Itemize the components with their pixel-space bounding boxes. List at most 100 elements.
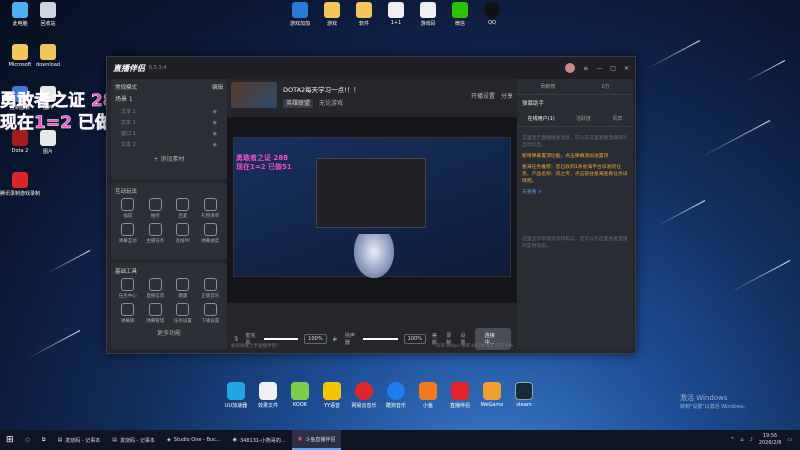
star-streak	[646, 40, 701, 70]
start-button[interactable]: ⊞	[0, 430, 20, 450]
live-settings-link[interactable]: 开播设置	[471, 91, 495, 100]
tool-task-center[interactable]: 任务中心	[115, 278, 141, 299]
star-streak	[699, 120, 771, 159]
chevron-up-icon[interactable]: ^	[730, 437, 734, 443]
netease-music-icon	[355, 382, 373, 400]
tool-danmu[interactable]: 弹幕互动	[115, 223, 141, 244]
tool-lottery[interactable]: 抽奖	[143, 198, 169, 219]
taskbar-item-notepad1[interactable]: ▤ 发烧码 - 记事本	[52, 430, 107, 450]
message-item: 这里显示新增消息和私信，您可以在这里查看直播间实时动态。	[522, 237, 628, 249]
taskbar-item-browser[interactable]: ◉ 348131-小熊哥的...	[227, 430, 292, 450]
tool-lucky-bag[interactable]: 福袋	[115, 198, 141, 219]
source-item[interactable]: 窗口 1 ◉	[115, 128, 223, 139]
help-link[interactable]: 如何快速上手直播伴侣?	[231, 344, 278, 349]
tool-task-setting[interactable]: 任务设置	[170, 303, 196, 324]
desktop-icon-qq[interactable]: QQ	[472, 2, 512, 26]
scene-name[interactable]: 场景 1	[115, 94, 223, 103]
folder-icon	[324, 2, 340, 18]
tool-health[interactable]: 健康	[170, 278, 196, 299]
gameplus-icon	[292, 2, 308, 18]
view-task-link[interactable]: 去查看 >	[517, 187, 633, 198]
share-link[interactable]: 分享	[501, 91, 513, 100]
tab-vip[interactable]: 贵宾	[612, 115, 622, 122]
shortcut-xiaoyu[interactable]: 小鱼	[414, 382, 442, 409]
live-companion-icon	[451, 382, 469, 400]
desktop-icon-download[interactable]: download	[28, 44, 68, 68]
tool-pk[interactable]: 连线PK	[170, 223, 196, 244]
tool-task[interactable]: 主播任务	[143, 223, 169, 244]
left-panel: 常规模式 编辑 场景 1 文本 1 ◉ 文本 1 ◉ 窗口 1 ◉ 文本 2 ◉ + 添…	[111, 79, 227, 349]
mic-icon[interactable]: 🎙	[233, 336, 239, 342]
tool-offline-setting[interactable]: 下播设置	[198, 303, 224, 324]
stream-preview[interactable]: 勇敢者之证 288 现在1=2 已做51	[227, 117, 517, 303]
shortcut-live-companion[interactable]: 直播伴侣	[446, 382, 474, 409]
volume-icon[interactable]: ♪	[750, 437, 753, 443]
maximize-icon[interactable]: □	[610, 65, 616, 72]
mode-label[interactable]: 常规模式	[115, 83, 137, 91]
tab-activity[interactable]: 活跃度	[576, 115, 591, 122]
shortcut-wegame[interactable]: WeGame	[478, 382, 506, 409]
shortcut-uu[interactable]: UU加速器	[222, 382, 250, 409]
right-header: 贡献榜 0万	[517, 79, 633, 95]
room-category[interactable]: 英雄联盟	[283, 98, 314, 108]
speaker-slider[interactable]	[363, 338, 398, 340]
shortcut-kook[interactable]: KOOK	[286, 382, 314, 409]
setting-icon	[176, 303, 190, 316]
shortcut-yy[interactable]: YY语音	[318, 382, 346, 409]
folder-icon	[12, 44, 28, 60]
more-functions-button[interactable]: 更多功能	[115, 328, 223, 337]
source-item[interactable]: 文本 2 ◉	[115, 139, 223, 150]
add-source-button[interactable]: + 添加素材	[115, 154, 223, 163]
room-cover[interactable]	[231, 82, 277, 108]
taskbar-item-live-companion[interactable]: ▣ 斗鱼直播伴侣	[291, 430, 342, 450]
clock[interactable]: 19:56 2026/2/8	[759, 433, 781, 447]
tool-live-info[interactable]: 直播信息	[143, 278, 169, 299]
source-item[interactable]: 文本 1 ◉	[115, 106, 223, 117]
tab-online-users[interactable]: 在线用户(1)	[528, 115, 555, 122]
network-icon[interactable]: ⌂	[740, 437, 743, 443]
system-tray: ^ ⌂ ♪ 19:56 2026/2/8 ▭	[730, 433, 800, 447]
menu-icon[interactable]: ≡	[583, 65, 588, 72]
tool-danmu-manage[interactable]: 弹幕管理	[143, 303, 169, 324]
danmu-assistant-title: 弹幕助手	[522, 101, 545, 107]
avatar[interactable]	[565, 63, 576, 73]
edit-button[interactable]: 编辑	[212, 83, 223, 91]
taskbar-item-notepad2[interactable]: ▤ 发烧码 - 记事本	[106, 430, 161, 450]
desktop-shortcut-row: UU加速器 效果文件 KOOK YY语音 网易云音乐 酷狗音乐 小鱼 直播伴侣 …	[222, 382, 538, 409]
close-icon[interactable]: ✕	[624, 65, 629, 72]
mic-slider[interactable]	[263, 338, 299, 340]
tool-gift-list[interactable]: 礼物清单	[198, 198, 224, 219]
task-view-button[interactable]: ⧉	[36, 430, 52, 450]
manage-icon	[148, 303, 162, 316]
title-bar: 直播伴侣 6.5.3.4 ≡ — □ ✕	[107, 57, 635, 79]
shortcut-netease-music[interactable]: 网易云音乐	[350, 382, 378, 409]
document-icon	[388, 2, 404, 18]
taskbar-item-studio-one[interactable]: ◈ Studio One - Buc...	[161, 430, 227, 450]
shortcut-steam[interactable]: steam	[510, 382, 538, 409]
room-tag[interactable]: 无论游戏	[319, 100, 343, 107]
tool-danmu-lib[interactable]: 弹幕库	[115, 303, 141, 324]
contribution-rank[interactable]: 贡献榜	[540, 83, 555, 90]
notification-icon[interactable]: ▭	[787, 437, 792, 443]
offline-icon	[203, 303, 217, 316]
eye-icon: ◉	[212, 119, 217, 126]
search-button[interactable]: ○	[20, 430, 36, 450]
minimize-icon[interactable]: —	[596, 65, 602, 72]
live-companion-window: 直播伴侣 6.5.3.4 ≡ — □ ✕ 常规模式 编辑 场景 1 文本 1 ◉ …	[106, 56, 636, 354]
chat-icon	[121, 223, 135, 236]
desktop-icon-recorder[interactable]: 腾讯录制游戏录制	[0, 172, 40, 197]
tool-progress[interactable]: 弹幕进度	[198, 223, 224, 244]
scene-panel: 常规模式 编辑 场景 1 文本 1 ◉ 文本 1 ◉ 窗口 1 ◉ 文本 2 ◉ + 添…	[111, 79, 227, 179]
tool-music[interactable]: 正版音乐	[198, 278, 224, 299]
task-center-icon	[121, 278, 135, 291]
clock-time: 19:56	[762, 433, 778, 439]
speaker-icon[interactable]: 🔈	[333, 336, 339, 342]
room-title[interactable]: DOTA2每天学习一点!！！	[283, 84, 360, 94]
tool-link-mic[interactable]: 连麦	[170, 198, 196, 219]
desktop-icon-recycle[interactable]: 回收站	[28, 2, 68, 27]
shortcut-effects[interactable]: 效果文件	[254, 382, 282, 409]
effects-icon	[259, 382, 277, 400]
shortcut-kugou[interactable]: 酷狗音乐	[382, 382, 410, 409]
window-controls: ≡ — □ ✕	[565, 63, 629, 73]
source-item[interactable]: 文本 1 ◉	[115, 117, 223, 128]
